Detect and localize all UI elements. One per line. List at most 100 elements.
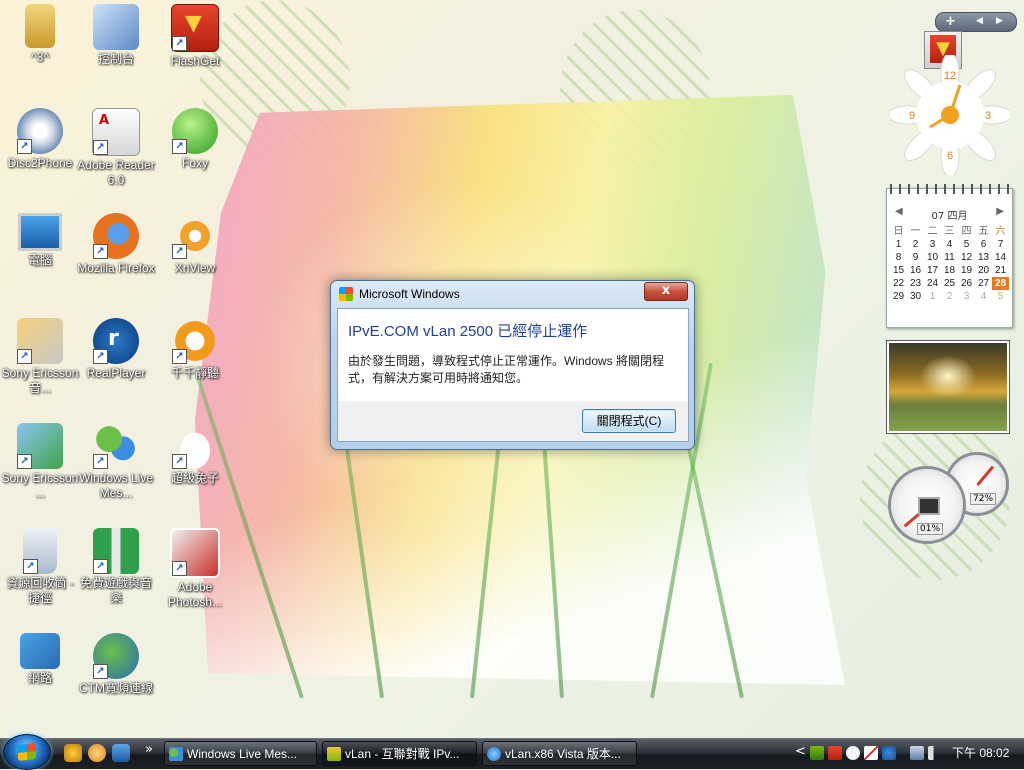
calendar-day[interactable]: 25 [941, 277, 958, 290]
vlan-app-icon [327, 747, 341, 761]
tray-flashget-icon[interactable] [828, 746, 842, 760]
calendar-day[interactable]: 2 [907, 238, 924, 251]
calendar-weekday: 二 [927, 226, 938, 237]
calendar-day[interactable]: 5 [958, 238, 975, 251]
calendar-day[interactable]: 24 [924, 277, 941, 290]
add-gadget-button[interactable]: + [945, 13, 956, 30]
dialog-heading: IPvE.COM vLan 2500 已經停止運作 [348, 323, 588, 340]
quicklaunch-overflow-button[interactable]: » [145, 742, 153, 757]
desktop-icon[interactable]: ↗ 千千靜聽 [155, 318, 235, 381]
calendar-day[interactable]: 18 [941, 264, 958, 277]
calendar-day[interactable]: 22 [890, 277, 907, 290]
calendar-day[interactable]: 30 [907, 290, 924, 303]
sony-ericsson-sync-icon: ↗ [17, 423, 63, 469]
calendar-day[interactable]: 26 [958, 277, 975, 290]
calendar-grid: 日一二三四五六 1 2 3 4 5 6 7 8 9 10 11 12 13 14 15 16 17 18 19 20 21… [890, 225, 1010, 303]
taskbar-button-messenger[interactable]: Windows Live Mes... [164, 741, 317, 766]
taskbar-clock[interactable]: 下午 08:02 [952, 744, 1009, 761]
desktop-icon[interactable]: ↗ 資源回收筒 - 捷徑 [0, 528, 80, 606]
calendar-day[interactable]: 4 [975, 290, 992, 303]
desktop-icon[interactable]: ↗ Sony Ericsson ... [0, 423, 80, 501]
calendar-day[interactable]: 3 [924, 238, 941, 251]
calendar-day[interactable]: 5 [992, 290, 1009, 303]
calendar-day[interactable]: 4 [941, 238, 958, 251]
shortcut-arrow-icon: ↗ [172, 349, 187, 364]
desktop-icon[interactable]: A ↗ Adobe Reader 6.0 [76, 108, 156, 188]
calendar-day[interactable]: 15 [890, 264, 907, 277]
shortcut-arrow-icon: ↗ [93, 244, 108, 259]
quicklaunch-face-icon[interactable] [88, 744, 106, 762]
calendar-day[interactable]: 1 [890, 238, 907, 251]
desktop-icon[interactable]: 網路 [0, 633, 80, 686]
desktop-icon[interactable]: ↗ Mozilla Firefox [76, 213, 156, 276]
calendar-day[interactable]: 3 [958, 290, 975, 303]
calendar-day[interactable]: 19 [958, 264, 975, 277]
desktop-icon[interactable]: ↗ Sony Ericsson 音... [0, 318, 80, 396]
sidebar-next-button[interactable]: ▶ [996, 13, 1003, 30]
calendar-day[interactable]: 16 [907, 264, 924, 277]
start-button[interactable] [3, 734, 51, 770]
calendar-day[interactable]: 21 [992, 264, 1009, 277]
close-program-button[interactable]: 關閉程式(C) [582, 409, 676, 433]
clock-number: 6 [947, 150, 953, 162]
sidebar-control-bar: + ◀ ▶ [935, 12, 1017, 32]
tray-network-icon[interactable] [910, 746, 924, 760]
desktop-icon[interactable]: ↗ Windows Live Mes... [76, 423, 156, 501]
internet-explorer-icon [487, 747, 501, 761]
calendar-day[interactable]: 23 [907, 277, 924, 290]
calendar-gadget[interactable]: ◀ 07 四月 ▶ 日一二三四五六 1 2 3 4 5 6 7 8 9 10 11 12 13 14 15 16… [886, 184, 1013, 328]
calendar-day[interactable]: 12 [958, 251, 975, 264]
tray-volume-icon[interactable] [928, 746, 942, 760]
desktop-icon[interactable]: r ↗ RealPlayer [76, 318, 156, 381]
tray-blocked-icon[interactable] [864, 746, 878, 760]
tray-expand-button[interactable]: < [795, 744, 806, 759]
calendar-day[interactable]: 6 [975, 238, 992, 251]
calendar-day[interactable]: 13 [975, 251, 992, 264]
desktop-icon-label: Adobe Reader 6.0 [77, 158, 155, 187]
desktop-icon[interactable]: 控制台 [76, 4, 156, 67]
quicklaunch-desktop-icon[interactable] [112, 744, 130, 762]
taskbar-button-ie[interactable]: vLan.x86 Vista 版本... [482, 741, 637, 766]
desktop-icon-label: Foxy [181, 156, 208, 170]
calendar-day[interactable]: 9 [907, 251, 924, 264]
desktop-icon[interactable]: 電腦 [0, 213, 80, 268]
tray-app-icon[interactable] [810, 746, 824, 760]
quicklaunch-app-icon[interactable] [64, 744, 82, 762]
windows-logo-icon [339, 287, 353, 301]
desktop-icon[interactable]: ▼ ↗ FlashGet [155, 4, 235, 69]
desktop-icon[interactable]: ↗ CTM寬頻連線 [76, 633, 156, 696]
desktop-icon[interactable]: ^3^ [0, 4, 80, 65]
calendar-day[interactable]: 14 [992, 251, 1009, 264]
desktop-icon[interactable]: ↗ Adobe Photosh... [155, 528, 235, 610]
desktop-icon-label: Sony Ericsson 音... [1, 366, 79, 395]
memory-readout: 72% [970, 493, 997, 505]
sidebar-prev-button[interactable]: ◀ [976, 13, 983, 30]
calendar-day[interactable]: 8 [890, 251, 907, 264]
calendar-day[interactable]: 27 [975, 277, 992, 290]
calendar-day[interactable]: 20 [975, 264, 992, 277]
calendar-day[interactable]: 2 [941, 290, 958, 303]
clock-gadget[interactable]: 12 3 6 9 [887, 52, 1013, 178]
desktop-icon[interactable]: ↗ Disc2Phone [0, 108, 80, 171]
desktop-icon[interactable]: ↗ 超級兔子 [155, 423, 235, 486]
calendar-day[interactable]: 10 [924, 251, 941, 264]
desktop-icon-label: Disc2Phone [7, 156, 73, 170]
slideshow-gadget[interactable] [886, 340, 1010, 434]
taskbar-button-label: vLan.x86 Vista 版本... [505, 747, 621, 761]
dialog-close-button[interactable]: x [644, 282, 688, 301]
desktop-icon[interactable]: ↗ Foxy [155, 108, 235, 171]
desktop-icon[interactable]: ↗ XnView [155, 213, 235, 276]
calendar-day[interactable]: 29 [890, 290, 907, 303]
taskbar-button-vlan[interactable]: vLan - 互聯對戰 IPv... [322, 741, 477, 766]
shortcut-arrow-icon: ↗ [93, 140, 108, 155]
calendar-day[interactable]: 11 [941, 251, 958, 264]
desktop-icon[interactable]: ↗ 免費遊戲與音樂 [76, 528, 156, 606]
calendar-day[interactable]: 7 [992, 238, 1009, 251]
calendar-day[interactable]: 1 [924, 290, 941, 303]
calendar-day-today[interactable]: 28 [992, 277, 1009, 290]
tray-rabbit-icon[interactable] [846, 746, 860, 760]
calendar-day[interactable]: 17 [924, 264, 941, 277]
calendar-next-button[interactable]: ▶ [996, 206, 1004, 217]
tray-messenger-icon[interactable] [882, 746, 896, 760]
cpu-gauge: 01% [888, 466, 966, 544]
